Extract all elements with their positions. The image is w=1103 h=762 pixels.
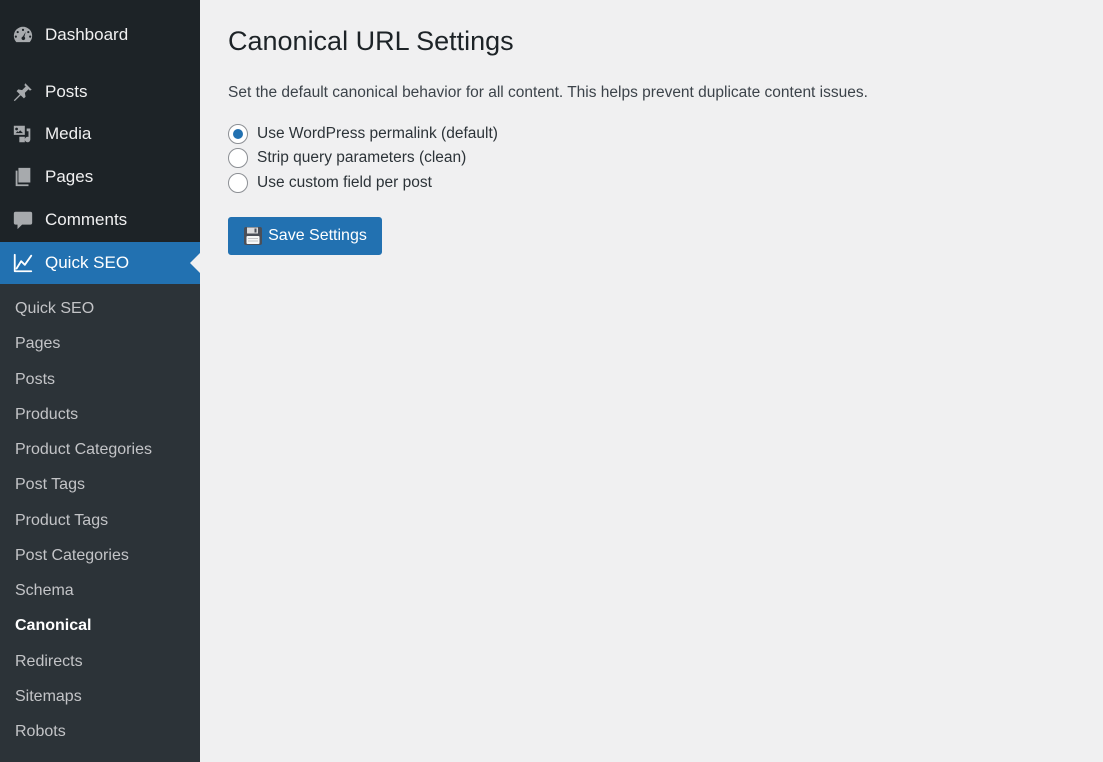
- chart-line-icon: [11, 251, 35, 275]
- menu-item-label: Media: [45, 124, 92, 143]
- menu-item-media[interactable]: Media: [0, 113, 200, 155]
- save-settings-button[interactable]: Save Settings: [228, 217, 382, 255]
- menu-item-label: Comments: [45, 210, 128, 229]
- menu-item-quick-seo[interactable]: Quick SEO: [0, 242, 200, 284]
- save-button-label: Save Settings: [268, 227, 367, 244]
- menu-item-pages[interactable]: Pages: [0, 156, 200, 198]
- option-custom-field[interactable]: Use custom field per post: [228, 172, 432, 194]
- submenu-item-robots[interactable]: Robots: [15, 721, 66, 743]
- submenu-item-redirects[interactable]: Redirects: [15, 651, 83, 673]
- submenu-item-canonical[interactable]: Canonical: [15, 615, 91, 637]
- menu-item-dashboard[interactable]: Dashboard: [0, 14, 200, 56]
- submenu-item-sitemaps[interactable]: Sitemaps: [15, 686, 82, 708]
- active-indicator-arrow: [190, 253, 200, 273]
- pages-icon: [11, 165, 35, 189]
- admin-sidebar: Dashboard Posts Media Pages Comments Qui…: [0, 0, 200, 762]
- comment-icon: [11, 208, 35, 232]
- submenu-item-posts[interactable]: Posts: [15, 369, 55, 391]
- submenu-item-product-categories[interactable]: Product Categories: [15, 439, 152, 461]
- menu-item-posts[interactable]: Posts: [0, 71, 200, 113]
- option-wordpress-permalink[interactable]: Use WordPress permalink (default): [228, 123, 498, 145]
- radio-button[interactable]: [228, 173, 248, 193]
- menu-item-label: Quick SEO: [45, 253, 130, 272]
- option-label: Use custom field per post: [257, 174, 432, 191]
- menu-item-label: Posts: [45, 82, 88, 101]
- option-strip-query-parameters[interactable]: Strip query parameters (clean): [228, 147, 466, 169]
- submenu-item-pages[interactable]: Pages: [15, 333, 60, 355]
- media-icon: [11, 122, 35, 146]
- page-title: Canonical URL Settings: [228, 26, 514, 56]
- submenu-item-post-categories[interactable]: Post Categories: [15, 545, 129, 567]
- radio-button[interactable]: [228, 124, 248, 144]
- pin-icon: [11, 80, 35, 104]
- menu-item-label: Dashboard: [45, 25, 129, 44]
- submenu-item-quick-seo[interactable]: Quick SEO: [15, 298, 94, 320]
- option-label: Strip query parameters (clean): [257, 149, 467, 166]
- option-label: Use WordPress permalink (default): [257, 125, 498, 142]
- submenu-item-products[interactable]: Products: [15, 404, 78, 426]
- dashboard-icon: [11, 23, 35, 47]
- menu-item-label: Pages: [45, 167, 94, 186]
- radio-button[interactable]: [228, 148, 248, 168]
- submenu-item-product-tags[interactable]: Product Tags: [15, 510, 108, 532]
- quick-seo-submenu: Quick SEO Pages Posts Products Product C…: [0, 284, 200, 762]
- floppy-disk-icon: [243, 226, 263, 246]
- menu-item-comments[interactable]: Comments: [0, 199, 200, 241]
- submenu-item-post-tags[interactable]: Post Tags: [15, 474, 85, 496]
- submenu-item-schema[interactable]: Schema: [15, 580, 74, 602]
- page-description: Set the default canonical behavior for a…: [228, 84, 868, 101]
